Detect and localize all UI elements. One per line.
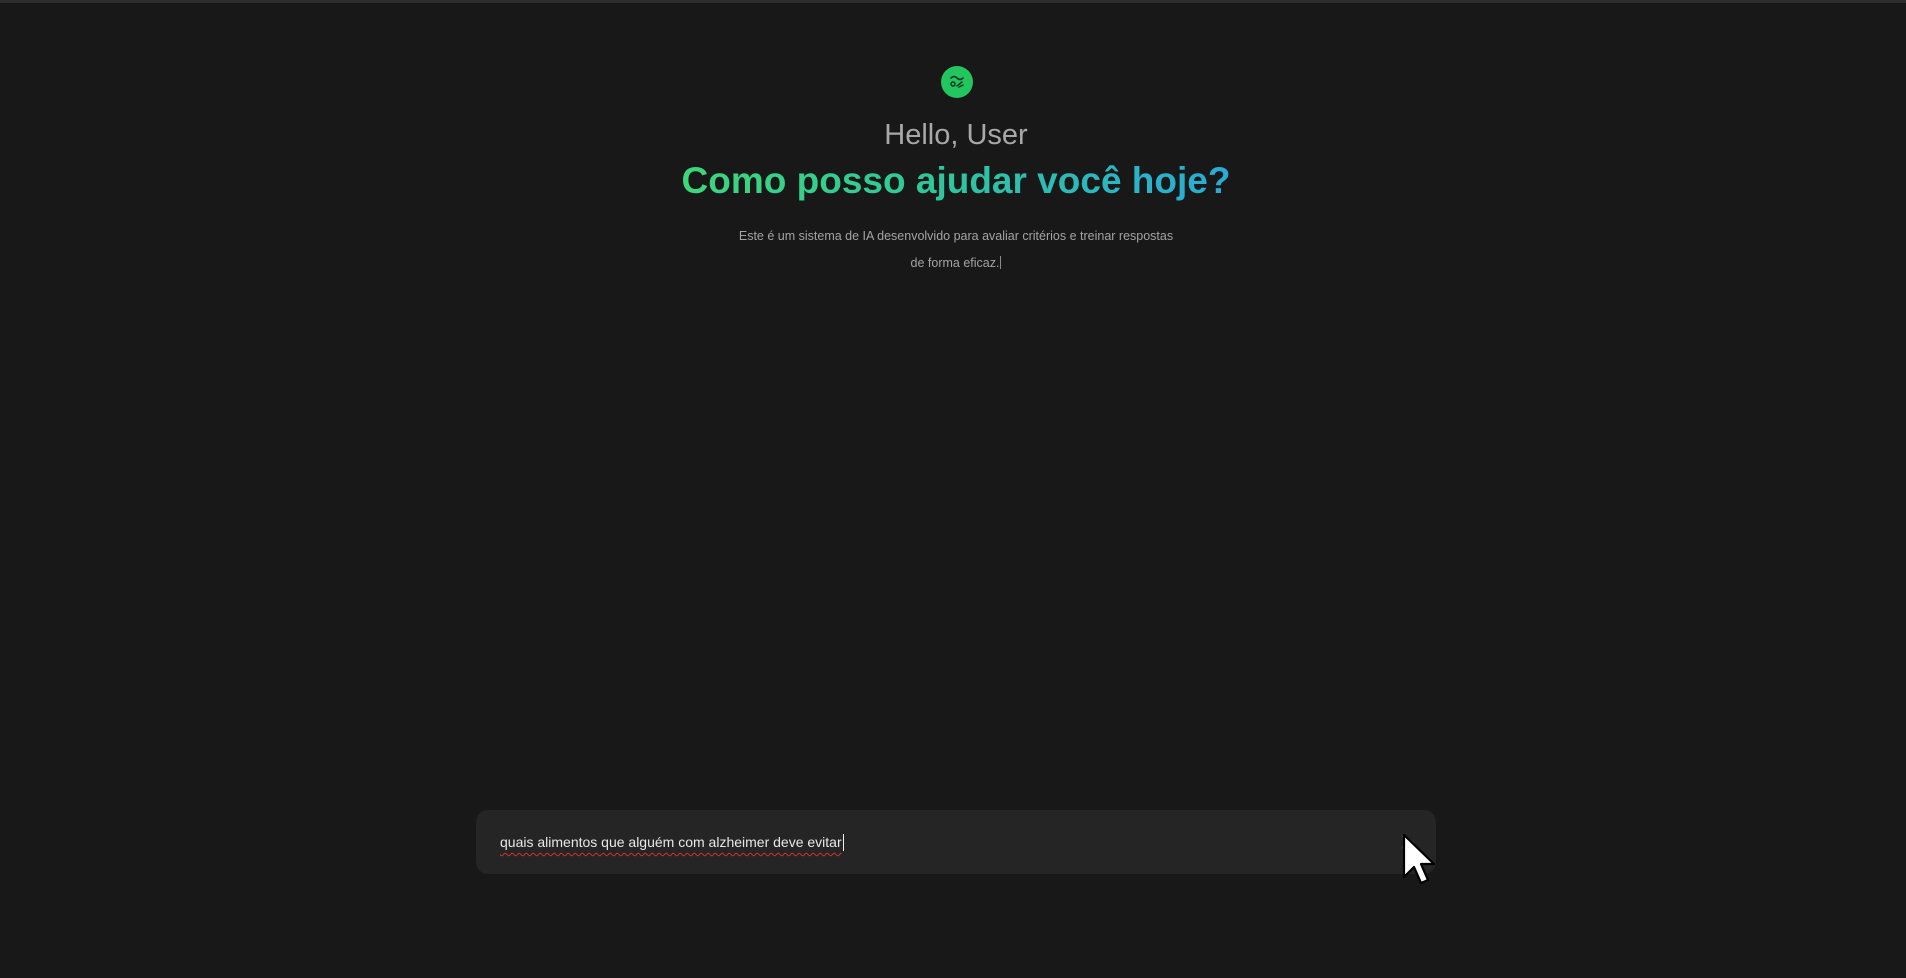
greeting-text: Hello, User [884, 119, 1028, 151]
window-top-border [0, 0, 1906, 3]
logo-glyph [950, 75, 964, 88]
description-text: Este é um sistema de IA desenvolvido par… [716, 223, 1196, 277]
chat-input-bar[interactable]: quais alimentos que alguém com alzheimer… [476, 810, 1436, 874]
page-headline: Como posso ajudar você hoje? [0, 157, 1906, 205]
chat-input-field[interactable]: quais alimentos que alguém com alzheimer… [500, 834, 842, 850]
description-line-2-text: de forma eficaz. [910, 256, 1000, 270]
headline-text: Como posso ajudar você hoje? [681, 160, 1231, 201]
send-icon [1401, 835, 1415, 849]
description-line-1: Este é um sistema de IA desenvolvido par… [738, 229, 1174, 243]
send-button[interactable] [1390, 824, 1426, 860]
sparkle-logo-icon [941, 66, 973, 98]
input-caret [842, 833, 844, 851]
typing-caret [1000, 256, 1002, 269]
description-line-2: de forma eficaz. [716, 250, 1196, 277]
